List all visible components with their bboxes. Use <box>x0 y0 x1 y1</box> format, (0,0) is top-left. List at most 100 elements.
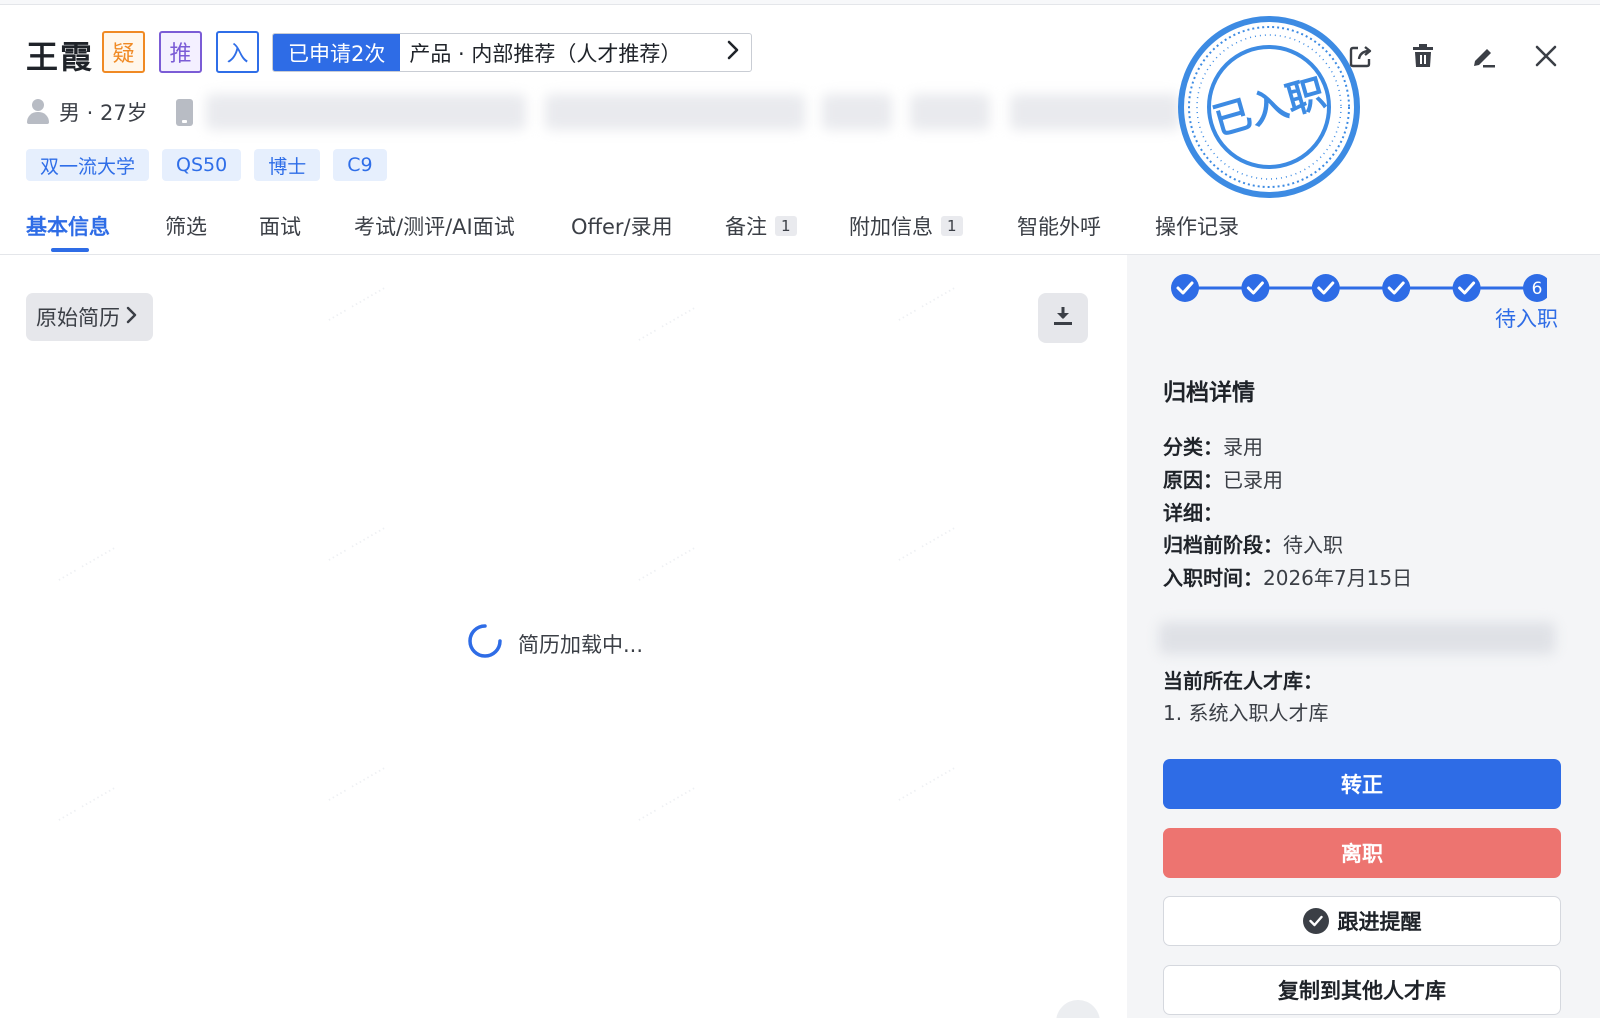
follow-up-reminder-label: 跟进提醒 <box>1337 910 1422 934</box>
svg-text:····· ·········: ····· ········· <box>894 281 960 328</box>
step-completed-check-icon <box>1171 274 1199 302</box>
svg-text:····· ·········: ····· ········· <box>634 541 700 588</box>
resign-button[interactable]: 离职 <box>1163 828 1561 878</box>
svg-text:····· ·········: ····· ········· <box>894 761 960 808</box>
chevron-right-icon <box>715 39 751 67</box>
tab-offer[interactable]: Offer/录用 <box>571 211 673 241</box>
tab-interview[interactable]: 面试 <box>259 211 301 241</box>
archive-panel: 6 待入职 归档详情 分类：录用 原因：已录用 详细： 归档前阶段：待入职 入职… <box>1127 255 1600 1018</box>
archive-onboard-date: 入职时间：2026年7月15日 <box>1163 562 1412 591</box>
step-number: 6 <box>1532 279 1543 299</box>
regularize-button[interactable]: 转正 <box>1163 759 1561 809</box>
apply-count-badge: 已申请2次 <box>273 34 401 71</box>
person-icon <box>26 99 50 125</box>
candidate-name: 王霞 <box>26 38 95 76</box>
svg-text:····· ·········: ····· ········· <box>324 521 390 568</box>
hiring-progress: 6 <box>1167 271 1551 305</box>
redacted-contact <box>545 94 805 130</box>
redacted-contact <box>1010 94 1180 130</box>
resume-area: ····· ········· ····· ········· ····· ··… <box>0 255 1127 1018</box>
referral-badge[interactable]: 推 <box>159 31 202 73</box>
original-resume-label: 原始简历 <box>36 306 120 330</box>
tag: 博士 <box>254 149 321 181</box>
edit-icon[interactable] <box>1466 38 1502 74</box>
tab-basic-info[interactable]: 基本信息 <box>26 211 110 241</box>
redacted-contact <box>206 94 526 130</box>
header-actions <box>1330 38 1600 78</box>
stamp-text: 已入职 <box>1208 70 1330 144</box>
copy-to-pool-button[interactable]: 复制到其他人才库 <box>1163 965 1561 1015</box>
field-label: 入职时间： <box>1163 566 1263 590</box>
tab-label: 基本信息 <box>26 215 110 239</box>
archive-title: 归档详情 <box>1163 380 1255 406</box>
tab-label: 操作记录 <box>1155 215 1239 239</box>
phone-icon <box>175 98 193 126</box>
field-label: 分类： <box>1163 435 1223 459</box>
archive-reason: 原因：已录用 <box>1163 464 1283 493</box>
original-resume-button[interactable]: 原始简历 <box>26 293 153 341</box>
check-circle-icon <box>1302 908 1329 934</box>
tab-notes[interactable]: 备注 1 <box>725 211 797 241</box>
tab-label: 附加信息 <box>849 215 933 239</box>
field-label: 详细： <box>1163 501 1223 525</box>
tab-smart-call[interactable]: 智能外呼 <box>1017 211 1101 241</box>
tab-bar: 基本信息 筛选 面试 考试/测评/AI面试 Offer/录用 备注 1 附加信息 1… <box>0 205 1600 255</box>
onboarded-badge[interactable]: 入 <box>216 31 259 73</box>
redacted-contact <box>822 94 892 130</box>
gender-age: 男 · 27岁 <box>59 101 148 125</box>
redacted-info <box>1159 622 1555 654</box>
candidate-header: 王霞 疑 推 入 已申请2次 产品 · 内部推荐（人才推荐） 男 · 27岁 双… <box>0 0 1600 255</box>
talent-pool-item: 1. 系统入职人才库 <box>1163 701 1329 725</box>
tab-label: 备注 <box>725 215 767 239</box>
share-icon[interactable] <box>1343 38 1379 74</box>
download-button[interactable] <box>1038 293 1088 343</box>
tab-extra-info[interactable]: 附加信息 1 <box>849 211 963 241</box>
field-value: 2026年7月15日 <box>1263 566 1413 590</box>
candidate-detail-panel: 王霞 疑 推 入 已申请2次 产品 · 内部推荐（人才推荐） 男 · 27岁 双… <box>0 0 1600 1018</box>
tag: QS50 <box>162 149 242 181</box>
candidate-basic-row: 男 · 27岁 <box>26 95 193 129</box>
tab-label: 筛选 <box>165 215 207 239</box>
svg-text:····· ·········: ····· ········· <box>634 301 700 348</box>
field-label: 归档前阶段： <box>1163 533 1283 557</box>
tab-label: 面试 <box>259 215 301 239</box>
download-icon <box>1051 304 1075 332</box>
svg-text:····· ·········: ····· ········· <box>324 761 390 808</box>
svg-text:····· ·········: ····· ········· <box>894 521 960 568</box>
svg-text:····· ·········: ····· ········· <box>324 281 390 328</box>
tab-label: 考试/测评/AI面试 <box>354 215 515 239</box>
tab-label: Offer/录用 <box>571 215 673 239</box>
svg-text:····· ·········: ····· ········· <box>54 781 120 828</box>
application-selector[interactable]: 已申请2次 产品 · 内部推荐（人才推荐） <box>272 33 752 72</box>
active-tab-indicator <box>51 248 89 252</box>
applied-job-label: 产品 · 内部推荐（人才推荐） <box>409 41 682 66</box>
archive-prev-stage: 归档前阶段：待入职 <box>1163 529 1343 558</box>
tab-operation-log[interactable]: 操作记录 <box>1155 211 1239 241</box>
tab-count: 1 <box>941 216 963 236</box>
tag: 双一流大学 <box>26 149 150 181</box>
step-completed-check-icon <box>1241 274 1270 302</box>
svg-text:····· ·········: ····· ········· <box>54 541 120 588</box>
loading-text: 简历加载中... <box>518 632 644 657</box>
tab-count: 1 <box>775 216 797 236</box>
step-completed-check-icon <box>1382 274 1411 302</box>
close-icon[interactable] <box>1528 38 1564 74</box>
resume-loading: 简历加载中... <box>466 622 643 665</box>
talent-pool-title: 当前所在人才库： <box>1163 669 1323 693</box>
scroll-top-button[interactable] <box>1056 1000 1100 1018</box>
doubt-badge[interactable]: 疑 <box>102 31 145 73</box>
step-completed-check-icon <box>1311 274 1340 302</box>
chevron-right-icon <box>126 305 137 329</box>
candidate-tags: 双一流大学 QS50 博士 C9 <box>26 149 387 181</box>
tab-screening[interactable]: 筛选 <box>165 211 207 241</box>
trash-icon[interactable] <box>1405 38 1441 74</box>
svg-text:····· ·········: ····· ········· <box>634 781 700 828</box>
tab-label: 智能外呼 <box>1017 215 1101 239</box>
redacted-contact <box>910 94 990 130</box>
follow-up-reminder-button[interactable]: 跟进提醒 <box>1163 896 1561 946</box>
tag: C9 <box>333 149 387 181</box>
tab-exam[interactable]: 考试/测评/AI面试 <box>354 211 515 241</box>
field-value: 录用 <box>1223 435 1263 459</box>
step-current: 6 <box>1523 274 1551 302</box>
field-label: 原因： <box>1163 468 1223 492</box>
